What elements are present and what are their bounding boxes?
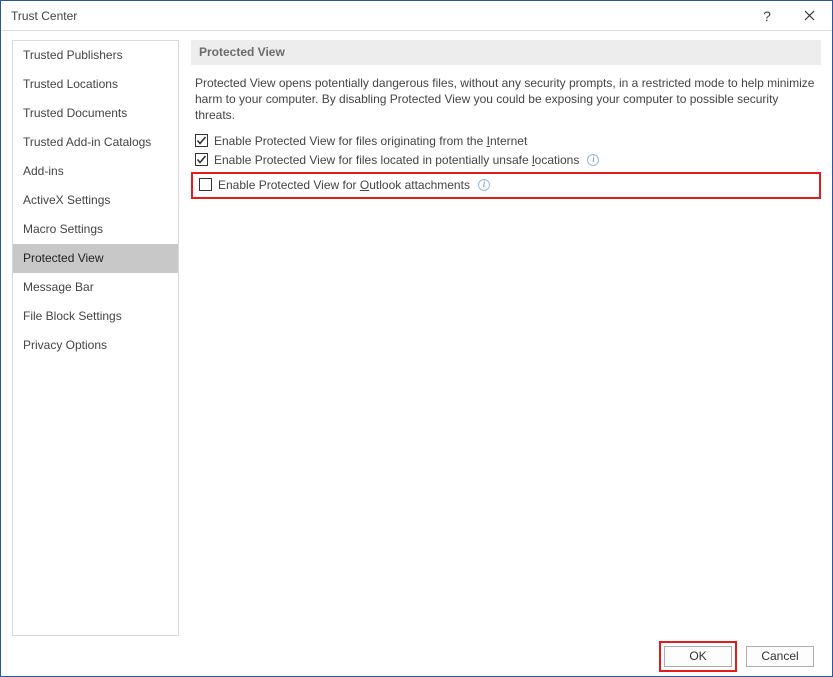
ok-button[interactable]: OK xyxy=(664,646,732,667)
sidebar-item-label: Add-ins xyxy=(23,164,64,178)
sidebar-item-label: Macro Settings xyxy=(23,222,103,236)
sidebar-item-protected-view[interactable]: Protected View xyxy=(13,244,178,273)
help-button[interactable]: ? xyxy=(747,1,787,31)
sidebar-item-label: Privacy Options xyxy=(23,338,107,352)
sidebar-item-file-block-settings[interactable]: File Block Settings xyxy=(13,302,178,331)
sidebar: Trusted Publishers Trusted Locations Trust… xyxy=(12,40,179,636)
checkbox-enable-pv-internet[interactable] xyxy=(195,134,208,147)
sidebar-item-privacy-options[interactable]: Privacy Options xyxy=(13,331,178,360)
sidebar-item-label: ActiveX Settings xyxy=(23,193,110,207)
option-row-enable-pv-internet: Enable Protected View for files originat… xyxy=(191,132,821,151)
sidebar-item-label: Trusted Publishers xyxy=(23,48,123,62)
option-row-enable-pv-unsafe-locations: Enable Protected View for files located … xyxy=(191,151,821,170)
option-row-enable-pv-outlook: Enable Protected View for Outlook attach… xyxy=(195,176,817,195)
close-icon xyxy=(804,10,815,21)
sidebar-item-activex-settings[interactable]: ActiveX Settings xyxy=(13,186,178,215)
close-button[interactable] xyxy=(787,1,832,31)
checkbox-enable-pv-outlook[interactable] xyxy=(199,178,212,191)
sidebar-item-trusted-documents[interactable]: Trusted Documents xyxy=(13,99,178,128)
option-label: Enable Protected View for files located … xyxy=(214,153,579,167)
dialog-footer: OK Cancel xyxy=(1,636,832,676)
sidebar-item-label: Trusted Locations xyxy=(23,77,118,91)
info-icon[interactable]: i xyxy=(587,154,599,166)
sidebar-item-macro-settings[interactable]: Macro Settings xyxy=(13,215,178,244)
main-area: Trusted Publishers Trusted Locations Trust… xyxy=(1,31,832,636)
sidebar-item-message-bar[interactable]: Message Bar xyxy=(13,273,178,302)
titlebar-controls: ? xyxy=(747,1,832,31)
sidebar-item-label: Trusted Add-in Catalogs xyxy=(23,135,151,149)
checkbox-enable-pv-unsafe-locations[interactable] xyxy=(195,153,208,166)
sidebar-item-add-ins[interactable]: Add-ins xyxy=(13,157,178,186)
check-icon xyxy=(196,135,207,146)
sidebar-item-label: Trusted Documents xyxy=(23,106,127,120)
sidebar-item-trusted-publishers[interactable]: Trusted Publishers xyxy=(13,41,178,70)
option-label: Enable Protected View for Outlook attach… xyxy=(218,178,470,192)
check-icon xyxy=(196,154,207,165)
sidebar-item-label: Protected View xyxy=(23,251,104,265)
options-list: Enable Protected View for files originat… xyxy=(191,132,821,199)
option-label: Enable Protected View for files originat… xyxy=(214,134,527,148)
content-panel: Protected View Protected View opens pote… xyxy=(191,40,821,636)
cancel-button[interactable]: Cancel xyxy=(746,646,814,667)
titlebar: Trust Center ? xyxy=(1,1,832,31)
sidebar-item-label: Message Bar xyxy=(23,280,94,294)
section-header: Protected View xyxy=(191,40,821,65)
info-icon[interactable]: i xyxy=(478,179,490,191)
sidebar-item-label: File Block Settings xyxy=(23,309,122,323)
sidebar-item-trusted-locations[interactable]: Trusted Locations xyxy=(13,70,178,99)
highlight-box: Enable Protected View for Outlook attach… xyxy=(191,172,821,199)
window-title: Trust Center xyxy=(11,9,747,23)
sidebar-item-trusted-addin-catalogs[interactable]: Trusted Add-in Catalogs xyxy=(13,128,178,157)
section-description: Protected View opens potentially dangero… xyxy=(191,75,821,132)
